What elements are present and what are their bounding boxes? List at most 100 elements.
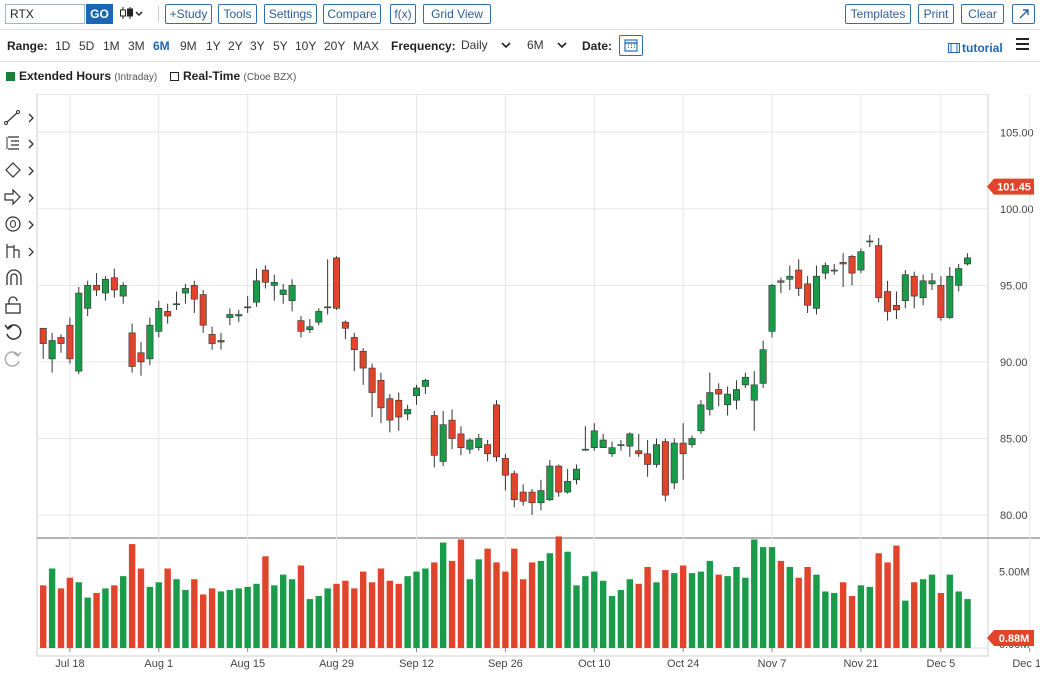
candle-body [546,465,554,501]
candle-body [866,240,874,243]
volume-bar [733,566,740,648]
print-button[interactable]: Print [918,4,954,24]
range-max[interactable]: MAX [353,39,379,53]
volume-bar [911,582,918,648]
candle-body [439,424,447,462]
range-1y[interactable]: 1Y [206,39,221,53]
candle-body [253,280,261,303]
expand-button[interactable] [1012,4,1035,24]
candle-body [608,447,616,455]
candle-body [39,327,47,344]
volume-bar [857,585,865,648]
volume-bar [413,571,420,648]
candle-body [386,398,394,421]
candle-body [688,438,696,445]
volume-bar [537,560,545,648]
volume-bar [155,582,162,648]
candle-body [795,269,803,289]
candle-body [590,430,598,448]
hamburger-menu-icon[interactable] [1016,38,1029,50]
volume-bar [484,548,491,648]
range-2y[interactable]: 2Y [228,39,243,53]
period-dropdown[interactable]: 6M [527,38,567,52]
compare-button[interactable]: Compare [323,4,381,24]
volume-tick-label: 5.00M [999,567,1030,579]
range-10y[interactable]: 10Y [295,39,316,53]
range-1d[interactable]: 1D [55,39,70,53]
legend-realtime-label: Real-Time [183,69,241,83]
volume-bar [955,591,962,648]
candle-body [821,265,829,274]
price-chart[interactable]: 105.00 100.00 95.00 90.00 85.00 80.00 Jul 18 Au… [0,94,1040,680]
volume-bar [111,585,118,648]
candle-body [226,314,234,318]
date-tick-label: Oct 24 [667,658,699,670]
candle-body [928,280,936,285]
add-study-button[interactable]: +Study [165,4,212,24]
frequency-dropdown[interactable]: Daily [461,38,511,52]
candle-body [750,384,758,401]
date-tick-label: Aug 29 [319,658,354,670]
candle-body [652,444,660,465]
volume-bar [40,585,47,648]
function-button[interactable]: f(x) [390,4,416,24]
range-5d[interactable]: 5D [79,39,94,53]
candle-body [617,444,625,446]
grid-view-button[interactable]: Grid View [423,4,491,24]
volume-bar [93,592,100,648]
range-9m[interactable]: 9M [180,39,197,53]
candle-body [884,291,892,312]
volume-bar [448,560,456,648]
templates-button[interactable]: Templates [845,4,911,24]
range-3y[interactable]: 3Y [250,39,265,53]
date-picker-button[interactable] [619,35,643,56]
candlestick-icon [120,7,143,19]
candle-body [57,337,65,344]
candle-body [759,349,767,384]
candle-body [635,450,643,455]
volume-bar [946,574,953,648]
range-1m[interactable]: 1M [103,39,120,53]
volume-bar [519,579,527,648]
volume-bar [599,580,607,648]
range-20y[interactable]: 20Y [324,39,345,53]
range-5y[interactable]: 5Y [273,39,288,53]
volume-bar [128,544,136,648]
volume-bar [759,547,767,648]
candle-body [875,245,883,298]
candle-body [555,465,563,493]
volume-bar [617,589,625,648]
candle-body [359,350,367,369]
symbol-input[interactable] [5,4,85,24]
settings-button[interactable]: Settings [264,4,317,24]
volume-bar [288,579,296,648]
volume-bar [555,536,562,648]
volume-bar [822,591,829,648]
range-3m[interactable]: 3M [128,39,145,53]
volume-bar [66,577,74,648]
range-6m[interactable]: 6M [153,39,170,53]
legend-extended-hours[interactable]: Extended Hours (Intraday) [6,69,157,83]
candle-body [270,282,278,286]
volume-bar [813,574,820,648]
candle-body [66,324,74,360]
chart-type-selector[interactable] [119,6,143,23]
clear-button[interactable]: Clear [961,4,1004,24]
candle-body [404,409,412,415]
volume-bar [839,582,847,648]
volume-bar [831,592,838,648]
tutorial-link[interactable]: tutorial [948,41,1003,55]
tools-button[interactable]: Tools [218,4,257,24]
legend-realtime[interactable]: Real-Time (Cboe BZX) [170,69,296,83]
volume-bar [573,585,580,648]
candle-body [661,441,669,496]
volume-bar [324,588,331,648]
volume-bar [208,588,216,648]
candle-body [919,280,927,298]
go-button[interactable]: GO [86,4,113,24]
volume-bar [697,571,705,648]
volume-bar [191,579,198,648]
candle-body [830,269,838,272]
candle-body [910,275,918,297]
volume-bar [786,566,794,648]
